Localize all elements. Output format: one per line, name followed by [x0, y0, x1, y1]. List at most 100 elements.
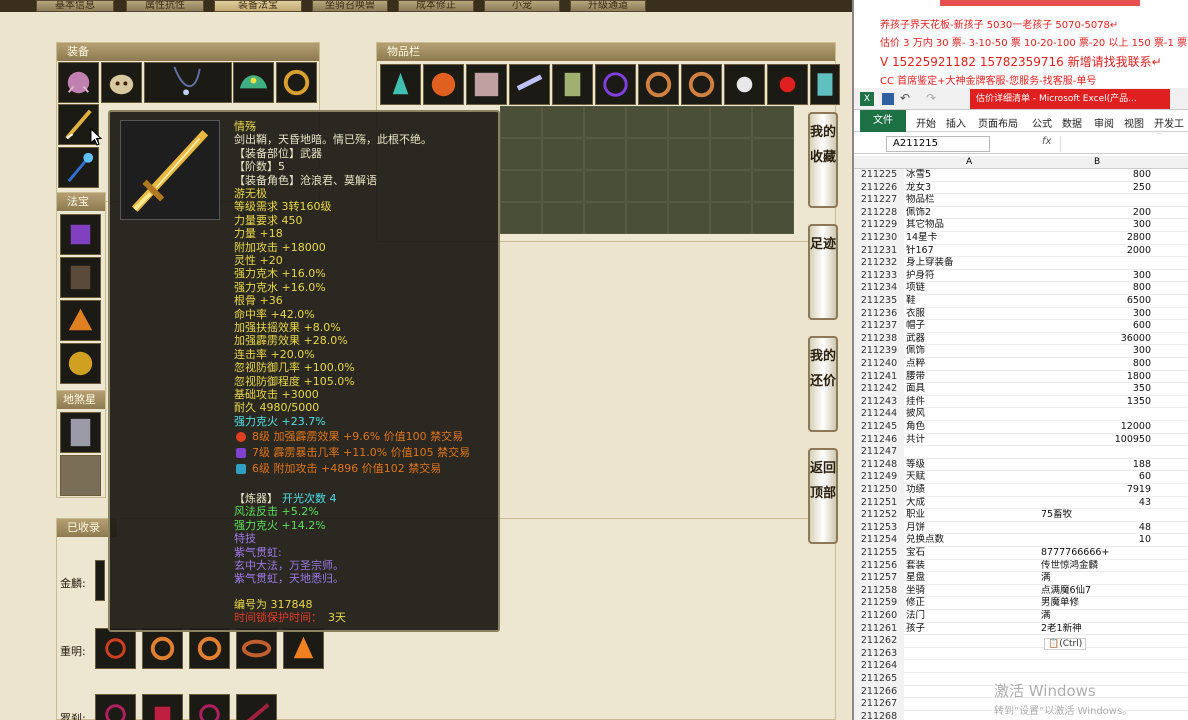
sheet-row[interactable]: 211247: [854, 446, 1188, 459]
cell-b[interactable]: 800: [1041, 282, 1151, 295]
cell-a[interactable]: 修正: [906, 597, 1041, 610]
tab-upgrade[interactable]: 升级通道: [570, 0, 646, 12]
row-number[interactable]: 211242: [854, 383, 904, 396]
cell-b[interactable]: 36000: [1041, 333, 1151, 346]
row-number[interactable]: 211229: [854, 219, 904, 232]
collection-item[interactable]: [95, 628, 136, 669]
bag-empty-cell[interactable]: [668, 170, 710, 202]
save-icon[interactable]: [882, 93, 894, 105]
cell-a[interactable]: 帽子: [906, 320, 1041, 333]
collection-item[interactable]: [283, 628, 324, 669]
cell-b[interactable]: 12000: [1041, 421, 1151, 434]
cell-b[interactable]: 300: [1041, 345, 1151, 358]
row-number[interactable]: 211265: [854, 673, 904, 686]
cell-b[interactable]: 10: [1041, 534, 1151, 547]
collection-item[interactable]: [236, 628, 277, 669]
collection-item[interactable]: [95, 694, 136, 720]
formula-input[interactable]: [1060, 136, 1184, 152]
ribbon-tab-file[interactable]: 文件: [860, 110, 906, 132]
cell-b[interactable]: 300: [1041, 308, 1151, 321]
sheet-row[interactable]: 211228 佩饰2 200: [854, 206, 1188, 220]
cell-a[interactable]: 套装: [906, 560, 1041, 573]
row-number[interactable]: 211239: [854, 345, 904, 358]
bag-empty-cell[interactable]: [752, 170, 794, 202]
bag-slot-4[interactable]: [509, 64, 550, 105]
cell-b[interactable]: 300: [1041, 270, 1151, 283]
bag-slot-9[interactable]: [724, 64, 765, 105]
sheet-row[interactable]: 211253 月饼 48: [854, 521, 1188, 535]
cell-a[interactable]: 共计: [906, 434, 1041, 447]
cell-b[interactable]: 100950: [1041, 434, 1151, 447]
sheet-row[interactable]: 211231 针167 2000: [854, 244, 1188, 258]
cell-a[interactable]: 14星卡: [906, 232, 1041, 245]
row-number[interactable]: 211253: [854, 521, 904, 535]
sheet-row[interactable]: 211239 佩饰 300: [854, 345, 1188, 358]
sheet-row[interactable]: 211263: [854, 647, 1188, 661]
sheet-row[interactable]: 211255 宝石 8777766666+: [854, 547, 1188, 560]
bag-empty-cell[interactable]: [500, 170, 542, 202]
equip-slot-hat[interactable]: [101, 62, 142, 103]
cell-a[interactable]: 佩饰: [906, 345, 1041, 358]
bag-empty-cell[interactable]: [710, 170, 752, 202]
sheet-row[interactable]: 211256 套装 传世惊鸿金麟: [854, 559, 1188, 573]
cell-b[interactable]: 600: [1041, 320, 1151, 333]
cell-a[interactable]: 天赋: [906, 471, 1041, 484]
equip-slot-ring[interactable]: [276, 62, 317, 103]
cell-a[interactable]: 衣服: [906, 308, 1041, 321]
bag-empty-cell[interactable]: [542, 170, 584, 202]
cell-a[interactable]: 针167: [906, 245, 1041, 258]
row-number[interactable]: 211258: [854, 584, 904, 598]
col-header-b[interactable]: B: [1094, 156, 1100, 169]
bag-empty-cell[interactable]: [542, 138, 584, 170]
row-number[interactable]: 211243: [854, 395, 904, 409]
row-number[interactable]: 211228: [854, 206, 904, 220]
row-number[interactable]: 211248: [854, 458, 904, 472]
fabao-slot-2[interactable]: [60, 257, 101, 298]
row-number[interactable]: 211225: [854, 169, 904, 182]
row-number[interactable]: 211237: [854, 320, 904, 333]
my-favorites-button[interactable]: 我的收藏: [808, 112, 838, 208]
fx-icon[interactable]: fx: [1042, 136, 1051, 147]
cell-b[interactable]: 6500: [1041, 295, 1151, 308]
sheet-row[interactable]: 211236 衣服 300: [854, 307, 1188, 321]
row-number[interactable]: 211257: [854, 572, 904, 585]
sheet-row[interactable]: 211234 项链 800: [854, 282, 1188, 295]
cell-a[interactable]: 职业: [906, 509, 1041, 522]
bag-slot-2[interactable]: [423, 64, 464, 105]
cell-a[interactable]: 佩饰2: [906, 207, 1041, 220]
cell-b[interactable]: 点满魔6仙7: [1041, 585, 1151, 598]
bag-empty-cell[interactable]: [668, 138, 710, 170]
row-number[interactable]: 211245: [854, 421, 904, 434]
cell-a[interactable]: 点粹: [906, 358, 1041, 371]
bag-empty-cell[interactable]: [626, 202, 668, 234]
sheet-row[interactable]: 211260 法门满: [854, 610, 1188, 623]
collection-item[interactable]: [95, 560, 105, 601]
bag-slot-8[interactable]: [681, 64, 722, 105]
cell-b[interactable]: 传世惊鸿金麟: [1041, 560, 1151, 573]
sheet-row[interactable]: 211244 披风: [854, 408, 1188, 421]
collection-item[interactable]: [142, 694, 183, 720]
cell-a[interactable]: 等级: [906, 459, 1041, 472]
bag-empty-cell[interactable]: [752, 202, 794, 234]
row-number[interactable]: 211266: [854, 685, 904, 699]
sheet-row[interactable]: 211246 共计 100950: [854, 433, 1188, 447]
bag-slot-10[interactable]: [767, 64, 808, 105]
col-header-a[interactable]: A: [966, 156, 972, 169]
bag-empty-cell[interactable]: [500, 202, 542, 234]
row-number[interactable]: 211263: [854, 647, 904, 661]
back-to-top-button[interactable]: 返回顶部: [808, 448, 838, 544]
sheet-row[interactable]: 211240 点粹 800: [854, 358, 1188, 371]
bag-empty-cell[interactable]: [752, 106, 794, 138]
cell-b[interactable]: 800: [1041, 169, 1151, 182]
bag-empty-cell[interactable]: [668, 106, 710, 138]
bag-empty-cell[interactable]: [668, 202, 710, 234]
sheet-row[interactable]: 211251 大成 43: [854, 496, 1188, 510]
collection-item[interactable]: [142, 628, 183, 669]
cell-a[interactable]: 月饼: [906, 522, 1041, 535]
cell-b[interactable]: 2800: [1041, 232, 1151, 245]
tab-attributes[interactable]: 属性抗性: [126, 0, 204, 12]
row-number[interactable]: 211232: [854, 257, 904, 270]
footprint-button[interactable]: 足迹: [808, 224, 838, 320]
sheet-row[interactable]: 211235 鞋 6500: [854, 295, 1188, 308]
fabao-slot-4[interactable]: [60, 343, 101, 384]
